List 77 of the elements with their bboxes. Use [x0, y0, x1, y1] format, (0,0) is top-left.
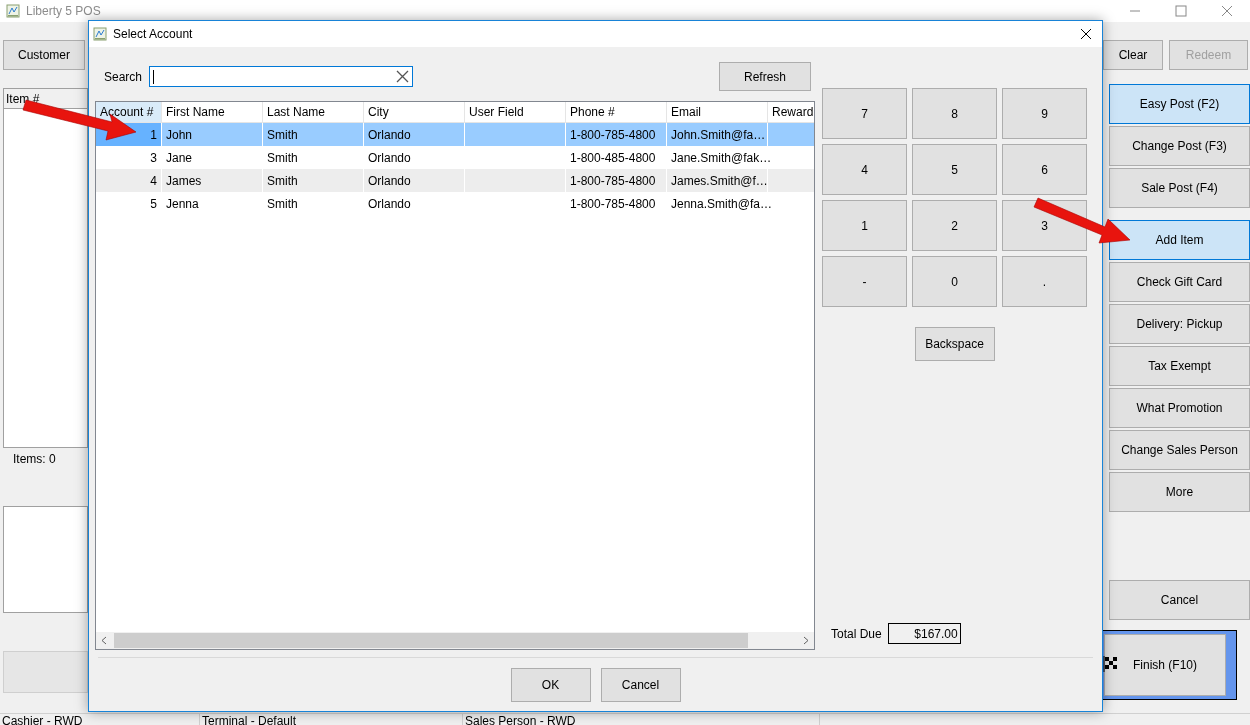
keypad-key[interactable]: 9: [1002, 88, 1087, 139]
table-cell: 5: [150, 197, 157, 211]
column-header[interactable]: Email: [667, 102, 768, 123]
close-icon[interactable]: [1080, 28, 1092, 40]
window-title: Liberty 5 POS: [26, 4, 101, 18]
items-count: Items: 0: [13, 452, 57, 466]
keypad-key[interactable]: 5: [912, 144, 997, 195]
clear-icon[interactable]: [396, 70, 410, 83]
post-button[interactable]: Change Post (F3): [1109, 126, 1250, 166]
keypad-key[interactable]: 2: [912, 200, 997, 251]
action-button[interactable]: Add Item: [1109, 220, 1250, 260]
action-button[interactable]: More: [1109, 472, 1250, 512]
keypad-key[interactable]: 0: [912, 256, 997, 307]
column-header[interactable]: City: [364, 102, 465, 123]
table-cell: Smith: [267, 174, 298, 188]
table-cell: Jenna: [166, 197, 199, 211]
table-cell: James: [166, 174, 202, 188]
action-button[interactable]: Delivery: Pickup: [1109, 304, 1250, 344]
status-text: Terminal - Default: [200, 714, 463, 725]
dialog-title: Select Account: [113, 27, 193, 41]
keypad-key[interactable]: -: [822, 256, 907, 307]
keypad-key[interactable]: .: [1002, 256, 1087, 307]
search-label: Search: [104, 69, 143, 84]
cancel-button[interactable]: Cancel: [1109, 580, 1250, 620]
table-cell: Jenna.Smith@fa…: [671, 197, 772, 211]
scrollbar-thumb[interactable]: [114, 633, 748, 648]
customer-button[interactable]: Customer: [3, 40, 85, 70]
column-header[interactable]: User Field: [465, 102, 566, 123]
table-row[interactable]: 1 John Smith Orlando 1-800-785-4800 John.Smith@fa…: [96, 123, 814, 146]
search-field[interactable]: [149, 66, 414, 87]
keypad-key[interactable]: 1: [822, 200, 907, 251]
table-cell: Orlando: [368, 197, 411, 211]
keypad-key[interactable]: 8: [912, 88, 997, 139]
checkered-flag-icon: [1103, 655, 1119, 673]
table-cell: Orlando: [368, 151, 411, 165]
action-button[interactable]: Check Gift Card: [1109, 262, 1250, 302]
status-text: Cashier - RWD: [0, 714, 200, 725]
table-cell: James.Smith@f…: [671, 174, 768, 188]
column-header[interactable]: Last Name: [263, 102, 364, 123]
toolbar-button[interactable]: Clear: [1103, 40, 1163, 70]
table-cell: John: [166, 128, 193, 142]
table-cell: 1-800-785-4800: [570, 197, 656, 211]
action-button[interactable]: Change Sales Person: [1109, 430, 1250, 470]
table-cell: 1-800-485-4800: [570, 151, 656, 165]
backspace-button[interactable]: Backspace: [914, 327, 995, 361]
table-cell: Orlando: [368, 128, 411, 142]
table-cell: Smith: [267, 128, 298, 142]
table-cell: Smith: [267, 151, 298, 165]
status-text: Sales Person - RWD: [463, 714, 820, 725]
table-cell: 4: [150, 174, 157, 188]
table-cell: Jane.Smith@fak…: [671, 151, 772, 165]
finish-button[interactable]: Finish (F10): [1104, 634, 1226, 696]
table-cell: 3: [150, 151, 157, 165]
column-header[interactable]: First Name: [162, 102, 263, 123]
table-cell: 1-800-785-4800: [570, 128, 656, 142]
keypad-key[interactable]: 7: [822, 88, 907, 139]
table-cell: 1: [150, 128, 157, 142]
table-cell: Smith: [267, 197, 298, 211]
table-cell: Jane: [166, 151, 193, 165]
app-icon: [6, 4, 20, 18]
table-row[interactable]: 4 James Smith Orlando 1-800-785-4800 James.Smith@f…: [96, 169, 814, 192]
keypad-key[interactable]: 6: [1002, 144, 1087, 195]
refresh-button[interactable]: Refresh: [719, 62, 811, 91]
total-label: Total Due: [831, 626, 882, 641]
total-value: $167.00: [887, 623, 961, 644]
keypad-key[interactable]: 4: [822, 144, 907, 195]
post-button[interactable]: Easy Post (F2): [1109, 84, 1250, 124]
app-icon: [93, 27, 107, 41]
column-header[interactable]: Phone #: [566, 102, 667, 123]
action-button[interactable]: Tax Exempt: [1109, 346, 1250, 386]
table-cell: John.Smith@fa…: [671, 128, 766, 142]
dialog-button[interactable]: OK: [510, 668, 591, 702]
table-cell: 1-800-785-4800: [570, 174, 656, 188]
table-cell: Orlando: [368, 174, 411, 188]
dialog-button[interactable]: Cancel: [600, 668, 681, 702]
post-button[interactable]: Sale Post (F4): [1109, 168, 1250, 208]
action-button[interactable]: What Promotion: [1109, 388, 1250, 428]
